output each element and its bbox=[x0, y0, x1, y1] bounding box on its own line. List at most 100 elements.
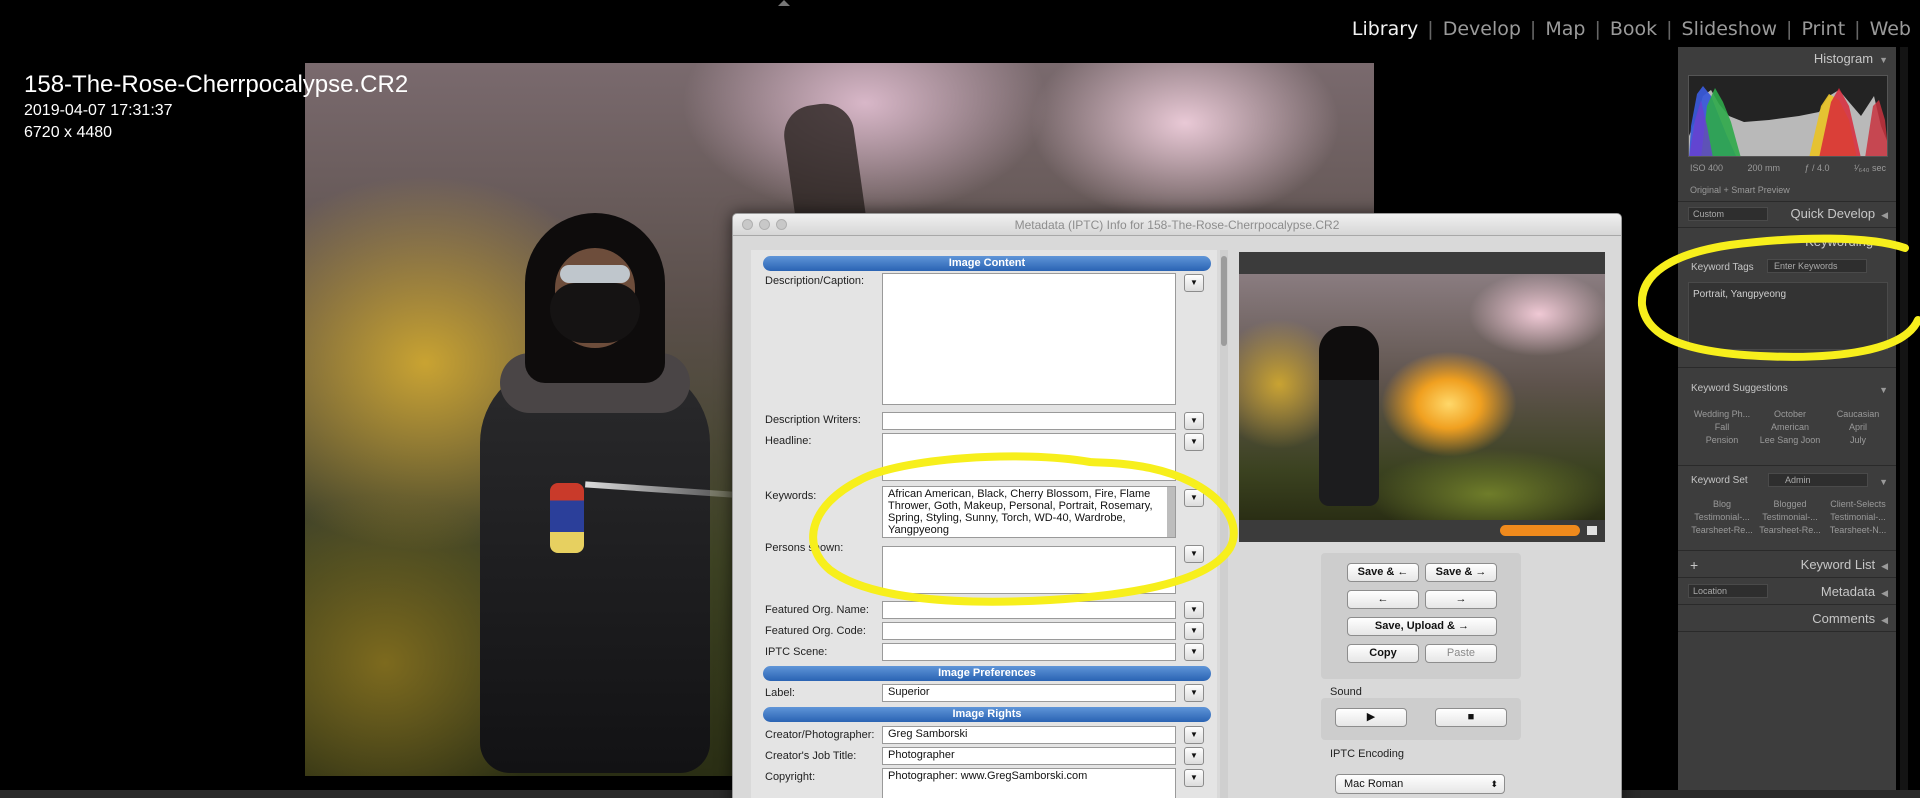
photo-coat bbox=[480, 363, 710, 773]
module-slideshow[interactable]: Slideshow bbox=[1673, 18, 1786, 40]
copyright-dropdown[interactable]: ▼ bbox=[1184, 769, 1204, 787]
paste-button[interactable]: Paste bbox=[1425, 644, 1497, 663]
label-field[interactable]: Superior bbox=[882, 684, 1176, 702]
keyword-list-header[interactable]: Keyword List ◀ bbox=[1801, 557, 1888, 572]
panel-divider bbox=[1678, 465, 1896, 466]
persons-shown-field[interactable] bbox=[882, 546, 1176, 594]
comments-header[interactable]: Comments ◀ bbox=[1812, 611, 1888, 626]
keyword-tags-mode-select[interactable]: Enter Keywords bbox=[1767, 259, 1867, 273]
keyword-suggestions-toggle[interactable]: ▼ bbox=[1873, 381, 1888, 396]
keyword-suggestion[interactable]: April bbox=[1824, 422, 1892, 432]
keyword-set-item[interactable]: Blog bbox=[1688, 499, 1756, 509]
action-button-panel: Save & ← Save & → ← → Save, Upload & → C… bbox=[1321, 553, 1521, 679]
keyword-suggestion[interactable]: Lee Sang Joon bbox=[1756, 435, 1824, 445]
keywords-scrollbar[interactable] bbox=[1167, 487, 1175, 537]
minimize-window-button[interactable] bbox=[759, 219, 770, 230]
headline-field[interactable] bbox=[882, 433, 1176, 481]
metadata-header[interactable]: Metadata ◀ bbox=[1821, 584, 1888, 599]
iptc-scene-field[interactable] bbox=[882, 643, 1176, 661]
description-field[interactable] bbox=[882, 273, 1176, 405]
headline-dropdown[interactable]: ▼ bbox=[1184, 433, 1204, 451]
panel-divider bbox=[1678, 201, 1896, 202]
creator-dropdown[interactable]: ▼ bbox=[1184, 726, 1204, 744]
description-writers-dropdown[interactable]: ▼ bbox=[1184, 412, 1204, 430]
photo-respirator-mask bbox=[550, 283, 640, 343]
keywords-field[interactable]: African American, Black, Cherry Blossom,… bbox=[882, 486, 1176, 538]
label-dropdown[interactable]: ▼ bbox=[1184, 684, 1204, 702]
iptc-encoding-select[interactable]: Mac Roman ⬍ bbox=[1335, 774, 1505, 794]
keyword-set-toggle[interactable]: ▼ bbox=[1873, 473, 1888, 488]
zoom-window-button[interactable] bbox=[776, 219, 787, 230]
copyright-field[interactable]: Photographer: www.GregSamborski.com bbox=[882, 768, 1176, 798]
featured-org-name-label: Featured Org. Name: bbox=[765, 604, 869, 616]
save-upload-next-button[interactable]: Save, Upload & → bbox=[1347, 617, 1497, 636]
keyword-suggestion[interactable]: July bbox=[1824, 435, 1892, 445]
section-image-content: Image Content bbox=[763, 256, 1211, 271]
panel-divider bbox=[1678, 577, 1896, 578]
dialog-titlebar[interactable]: Metadata (IPTC) Info for 158-The-Rose-Ch… bbox=[733, 214, 1621, 236]
keyword-set-select[interactable]: Admin bbox=[1768, 473, 1868, 487]
keyword-suggestion[interactable]: American bbox=[1756, 422, 1824, 432]
module-map[interactable]: Map bbox=[1536, 18, 1594, 40]
stop-button[interactable]: ■ bbox=[1435, 708, 1507, 727]
module-develop[interactable]: Develop bbox=[1434, 18, 1530, 40]
job-title-field[interactable]: Photographer bbox=[882, 747, 1176, 765]
keyword-set-item[interactable]: Tearsheet-Re... bbox=[1688, 525, 1756, 535]
keywords-dropdown[interactable]: ▼ bbox=[1184, 489, 1204, 507]
featured-org-code-field[interactable] bbox=[882, 622, 1176, 640]
top-panel-toggle-icon[interactable] bbox=[778, 0, 790, 6]
form-scrollbar[interactable] bbox=[1220, 250, 1228, 798]
prev-button[interactable]: ← bbox=[1347, 590, 1419, 609]
sound-panel: ▶ ■ bbox=[1321, 698, 1521, 740]
keywording-header[interactable]: Keywording ▼ bbox=[1805, 234, 1888, 249]
featured-org-name-field[interactable] bbox=[882, 601, 1176, 619]
module-web[interactable]: Web bbox=[1861, 18, 1920, 40]
keyword-set-label: Keyword Set bbox=[1691, 475, 1748, 486]
form-scrollbar-thumb[interactable] bbox=[1221, 256, 1227, 346]
keyword-set-item[interactable]: Blogged bbox=[1756, 499, 1824, 509]
metadata-title: Metadata bbox=[1820, 584, 1876, 599]
keyword-tags-box[interactable]: Portrait, Yangpyeong bbox=[1688, 282, 1888, 350]
featured-org-name-dropdown[interactable]: ▼ bbox=[1184, 601, 1204, 619]
keyword-set-item[interactable]: Testimonial-... bbox=[1688, 512, 1756, 522]
save-next-button[interactable]: Save & → bbox=[1425, 563, 1497, 582]
description-writers-field[interactable] bbox=[882, 412, 1176, 430]
copy-button[interactable]: Copy bbox=[1347, 644, 1419, 663]
right-panel-scrollbar[interactable] bbox=[1900, 47, 1908, 798]
keyword-suggestion[interactable]: Caucasian bbox=[1824, 409, 1892, 419]
keyword-set-item[interactable]: Client-Selects bbox=[1824, 499, 1892, 509]
save-prev-button[interactable]: Save & ← bbox=[1347, 563, 1419, 582]
module-book[interactable]: Book bbox=[1601, 18, 1666, 40]
expand-icon: ▼ bbox=[1879, 238, 1888, 248]
histogram-header[interactable]: Histogram ▼ bbox=[1814, 51, 1888, 66]
persons-shown-dropdown[interactable]: ▼ bbox=[1184, 545, 1204, 563]
keyword-set-item[interactable]: Testimonial-... bbox=[1824, 512, 1892, 522]
keyword-suggestion[interactable]: Fall bbox=[1688, 422, 1756, 432]
panel-divider bbox=[1678, 227, 1896, 228]
keyword-suggestion[interactable]: October bbox=[1756, 409, 1824, 419]
preview-toggle-icon[interactable] bbox=[1587, 526, 1597, 535]
module-library[interactable]: Library bbox=[1343, 18, 1427, 40]
keyword-suggestion[interactable]: Wedding Ph... bbox=[1688, 409, 1756, 419]
module-print[interactable]: Print bbox=[1792, 18, 1854, 40]
right-panel: Histogram ▼ ISO 400 200 mm ƒ / 4.0 ¹⁄₆₄₀ … bbox=[1678, 47, 1896, 798]
description-dropdown[interactable]: ▼ bbox=[1184, 274, 1204, 292]
quick-develop-header[interactable]: Quick Develop ◀ bbox=[1791, 206, 1888, 221]
add-keyword-icon[interactable]: + bbox=[1690, 557, 1698, 573]
close-window-button[interactable] bbox=[742, 219, 753, 230]
keyword-set-item[interactable]: Tearsheet-N... bbox=[1824, 525, 1892, 535]
keyword-set-item[interactable]: Tearsheet-Re... bbox=[1756, 525, 1824, 535]
quick-develop-preset-select[interactable]: Custom bbox=[1688, 207, 1768, 221]
play-button[interactable]: ▶ bbox=[1335, 708, 1407, 727]
next-button[interactable]: → bbox=[1425, 590, 1497, 609]
keyword-suggestion[interactable]: Pension bbox=[1688, 435, 1756, 445]
job-title-dropdown[interactable]: ▼ bbox=[1184, 747, 1204, 765]
featured-org-code-dropdown[interactable]: ▼ bbox=[1184, 622, 1204, 640]
histogram-chart bbox=[1688, 75, 1888, 157]
creator-field[interactable]: Greg Samborski bbox=[882, 726, 1176, 744]
keyword-set-item[interactable]: Testimonial-... bbox=[1756, 512, 1824, 522]
iptc-scene-dropdown[interactable]: ▼ bbox=[1184, 643, 1204, 661]
collapse-icon: ◀ bbox=[1881, 210, 1888, 220]
keywords-value: African American, Black, Cherry Blossom,… bbox=[888, 488, 1153, 536]
metadata-preset-select[interactable]: Location bbox=[1688, 584, 1768, 598]
